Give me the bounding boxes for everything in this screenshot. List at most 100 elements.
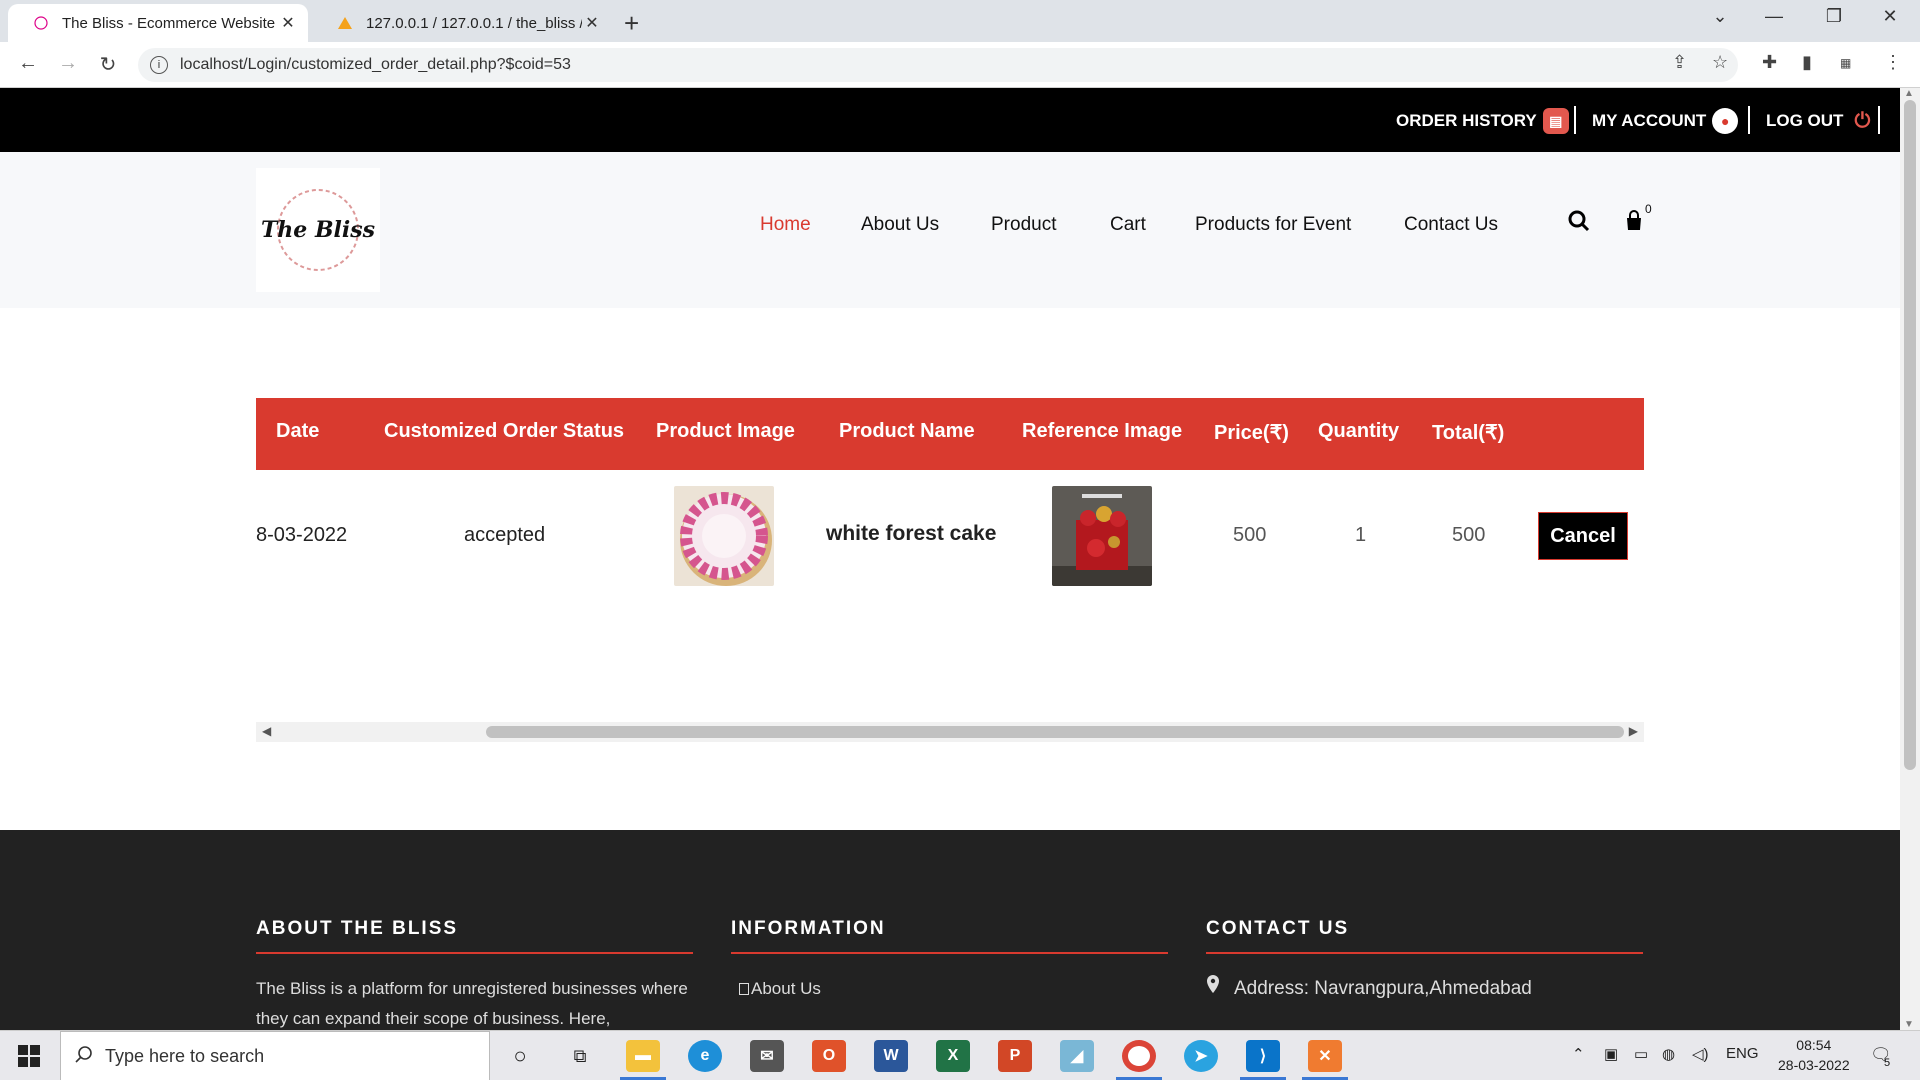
footer-about-text: The Bliss is a platform for unregistered… (256, 979, 688, 1028)
log-out-link[interactable]: LOG OUT ⏻ (1766, 108, 1875, 134)
minimize-icon[interactable]: — (1752, 6, 1796, 27)
col-reference-image: Reference Image (1022, 420, 1183, 442)
excel-icon[interactable]: X (936, 1040, 970, 1072)
tab-phpmyadmin[interactable]: 127.0.0.1 / 127.0.0.1 / the_bliss / c ✕ (312, 4, 612, 42)
tab-title: The Bliss - Ecommerce Website (62, 14, 276, 32)
side-panel-icon[interactable]: ▮ (1802, 52, 1812, 73)
tab-the-bliss[interactable]: The Bliss - Ecommerce Website ✕ (8, 4, 308, 42)
cancel-button[interactable]: Cancel (1538, 512, 1628, 560)
windows-start-icon[interactable] (18, 1045, 40, 1067)
browser-menu-icon[interactable]: ⋮ (1884, 52, 1902, 73)
nav-contact-us[interactable]: Contact Us (1404, 214, 1498, 236)
profile-icon[interactable]: ▦ (1840, 56, 1851, 70)
url-text: localhost/Login/customized_order_detail.… (180, 56, 571, 73)
browser-toolbar: ← → ↻ i localhost/Login/customized_order… (0, 42, 1920, 88)
page-vertical-scrollbar[interactable]: ▲ ▼ (1900, 88, 1920, 1030)
footer-info-title: INFORMATION (731, 918, 1168, 954)
tray-overflow-icon[interactable]: ⌃ (1572, 1045, 1585, 1063)
scroll-down-icon[interactable]: ▼ (1904, 1019, 1914, 1030)
powerpoint-icon[interactable]: P (998, 1040, 1032, 1072)
close-window-icon[interactable]: ✕ (1868, 6, 1912, 27)
cell-status: accepted (464, 524, 546, 546)
file-explorer-icon[interactable]: ▬ (626, 1040, 660, 1072)
cortana-icon[interactable]: ○ (503, 1040, 537, 1072)
map-pin-icon (1206, 974, 1220, 1004)
notification-count: 5 (1884, 1057, 1891, 1069)
scroll-right-icon[interactable]: ▶ (1629, 724, 1638, 738)
back-icon[interactable]: ← (14, 52, 42, 75)
cart-count-badge: 0 (1645, 202, 1652, 216)
divider (1878, 106, 1880, 134)
new-tab-icon[interactable]: + (624, 8, 639, 39)
phpmyadmin-icon (336, 14, 354, 32)
col-quantity: Quantity (1318, 420, 1400, 442)
address-text: Address: Navrangpura,Ahmedabad (1234, 978, 1532, 999)
close-tab-icon[interactable]: ✕ (278, 13, 298, 33)
reload-icon[interactable]: ↻ (94, 52, 122, 77)
site-footer: ABOUT THE BLISS The Bliss is a platform … (0, 830, 1900, 1030)
telegram-icon[interactable]: ➤ (1184, 1040, 1218, 1072)
cart-bag-icon[interactable] (1624, 210, 1644, 238)
scrollbar-thumb[interactable] (486, 726, 1624, 738)
bliss-favicon-icon (32, 14, 50, 32)
cell-total: 500 (1452, 524, 1486, 546)
scrollbar-thumb[interactable] (1904, 100, 1916, 770)
word-icon[interactable]: W (874, 1040, 908, 1072)
nav-home[interactable]: Home (760, 214, 811, 236)
search-icon[interactable] (1568, 210, 1590, 238)
site-logo[interactable]: The Bliss (256, 168, 380, 292)
maximize-icon[interactable]: ❐ (1812, 6, 1856, 27)
xampp-icon[interactable]: ✕ (1308, 1040, 1342, 1072)
my-account-link[interactable]: MY ACCOUNT ● (1592, 108, 1739, 134)
language-indicator[interactable]: ENG (1726, 1045, 1759, 1062)
nav-cart[interactable]: Cart (1110, 214, 1146, 236)
scroll-left-icon[interactable]: ◀ (262, 724, 271, 738)
chrome-icon[interactable] (1122, 1040, 1156, 1072)
nav-about-us[interactable]: About Us (861, 214, 939, 236)
log-out-label: LOG OUT (1766, 111, 1844, 130)
col-price: Price(₹) (1214, 422, 1289, 444)
address-bar[interactable]: i localhost/Login/customized_order_detai… (138, 48, 1738, 82)
office-icon[interactable]: O (812, 1040, 846, 1072)
table-horizontal-scrollbar[interactable]: ◀ ▶ (256, 722, 1644, 742)
search-placeholder: Type here to search (105, 1045, 265, 1066)
order-history-label: ORDER HISTORY (1396, 111, 1537, 130)
col-status: Customized Order Status (384, 420, 625, 442)
clock-date: 28-03-2022 (1778, 1057, 1850, 1073)
product-image (674, 486, 774, 586)
col-date: Date (276, 420, 320, 442)
taskbar-clock[interactable]: 08:54 28-03-2022 (1778, 1035, 1850, 1075)
my-account-label: MY ACCOUNT (1592, 111, 1707, 130)
footer-address: Address: Navrangpura,Ahmedabad (1206, 974, 1643, 1004)
edge-icon[interactable]: e (688, 1040, 722, 1072)
volume-icon[interactable]: ◁) (1692, 1045, 1709, 1063)
network-icon[interactable]: ◍ (1662, 1045, 1675, 1063)
scroll-up-icon[interactable]: ▲ (1904, 88, 1914, 99)
tab-search-chevron-icon[interactable]: ⌄ (1698, 6, 1742, 27)
photos-icon[interactable]: ◢ (1060, 1040, 1094, 1072)
nav-products-for-event[interactable]: Products for Event (1195, 214, 1351, 236)
site-info-icon[interactable]: i (150, 56, 168, 74)
meet-now-icon[interactable]: ▣ (1604, 1045, 1618, 1063)
footer-about-link[interactable]: About Us (751, 974, 821, 1004)
battery-icon[interactable]: ▭ (1634, 1045, 1648, 1063)
taskbar-search-box[interactable]: Type here to search (60, 1031, 490, 1080)
forward-icon[interactable]: → (54, 52, 82, 75)
order-history-link[interactable]: ORDER HISTORY ▤ (1396, 108, 1569, 134)
task-view-icon[interactable]: ⧉ (563, 1040, 597, 1072)
nav-product[interactable]: Product (991, 214, 1056, 236)
mail-icon[interactable]: ✉ (750, 1040, 784, 1072)
site-header: The Bliss Home About Us Product Cart Pro… (0, 152, 1900, 308)
footer-info-item[interactable]: About Us (739, 974, 1168, 1004)
tab-title: 127.0.0.1 / 127.0.0.1 / the_bliss / c (366, 14, 582, 32)
divider (1574, 106, 1576, 134)
share-icon[interactable]: ⇪ (1672, 52, 1687, 73)
col-product-image: Product Image (656, 420, 795, 442)
logo-text: The Bliss (260, 217, 376, 243)
cell-price: 500 (1233, 524, 1267, 546)
vscode-icon[interactable]: ⟩ (1246, 1040, 1280, 1072)
bookmark-star-icon[interactable]: ☆ (1712, 52, 1728, 73)
close-tab-icon[interactable]: ✕ (582, 13, 602, 33)
extensions-icon[interactable]: ✚ (1762, 52, 1777, 73)
power-icon: ⏻ (1854, 109, 1871, 132)
